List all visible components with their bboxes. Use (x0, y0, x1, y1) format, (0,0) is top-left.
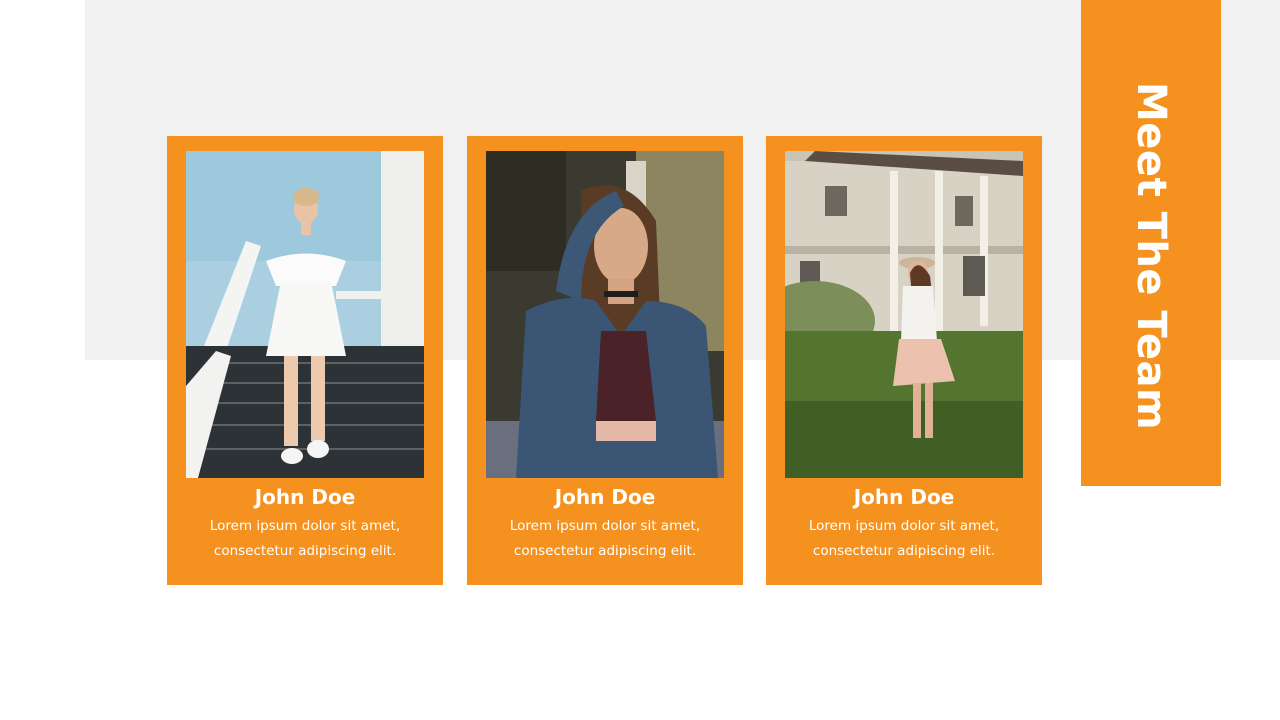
member-description-line: consectetur adipiscing elit. (513, 543, 697, 559)
team-card: John Doe Lorem ipsum dolor sit amet, con… (467, 136, 743, 585)
member-description-line: consectetur adipiscing elit. (812, 543, 996, 559)
member-description-line: Lorem ipsum dolor sit amet, (808, 518, 1000, 534)
team-card: John Doe Lorem ipsum dolor sit amet, con… (766, 136, 1042, 585)
member-description-line: Lorem ipsum dolor sit amet, (209, 518, 401, 534)
member-description-line: consectetur adipiscing elit. (213, 543, 397, 559)
slide-title: Meet The Team (1128, 82, 1174, 431)
member-description-line: Lorem ipsum dolor sit amet, (509, 518, 701, 534)
member-description: Lorem ipsum dolor sit amet, consectetur … (766, 514, 1042, 564)
team-member-photo (186, 151, 424, 478)
member-name: John Doe (254, 485, 356, 509)
member-description: Lorem ipsum dolor sit amet, consectetur … (467, 514, 743, 564)
team-member-photo (785, 151, 1023, 478)
member-name: John Doe (554, 485, 656, 509)
team-member-photo (486, 151, 724, 478)
member-description: Lorem ipsum dolor sit amet, consectetur … (167, 514, 443, 564)
team-card: John Doe Lorem ipsum dolor sit amet, con… (167, 136, 443, 585)
member-name: John Doe (853, 485, 955, 509)
